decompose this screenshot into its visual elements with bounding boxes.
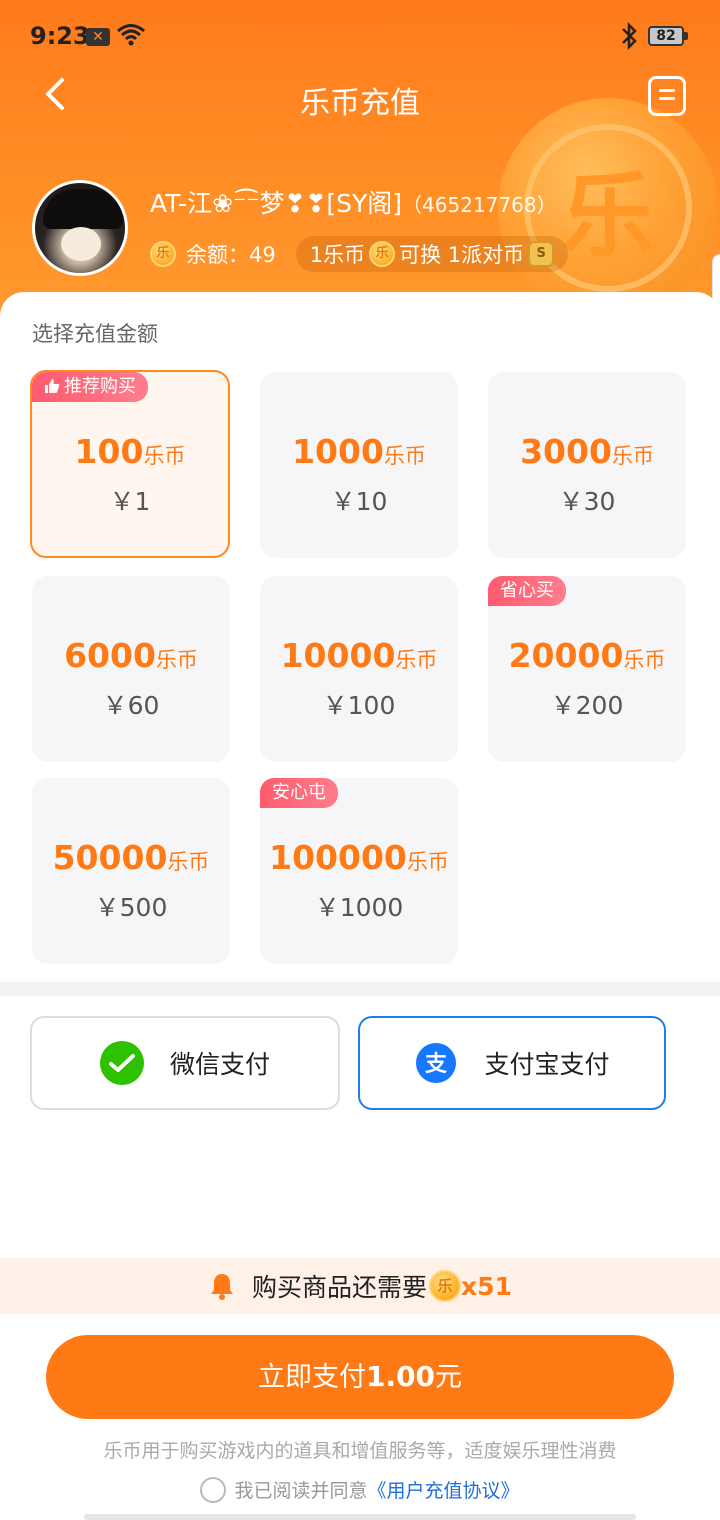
- package-amount-value: 1000: [292, 432, 384, 471]
- battery-tip: [684, 32, 688, 40]
- package-amount: 20000乐币: [488, 636, 686, 675]
- package-price: ￥100: [322, 691, 396, 720]
- alipay-icon: 支: [416, 1043, 457, 1083]
- thumbs-up-icon: [45, 379, 60, 393]
- agreement-row: 我已阅读并同意 《用户充值协议》: [0, 1476, 720, 1503]
- battery-icon: 82: [648, 26, 684, 46]
- status-time: 9:23: [30, 22, 90, 50]
- package-tag: 推荐购买: [32, 372, 148, 402]
- package-tag-text: 推荐购买: [64, 376, 136, 397]
- pay-prefix: 立即支付: [257, 1362, 366, 1393]
- wechat-icon: [99, 1041, 144, 1085]
- package-tag-text: 安心屯: [272, 782, 326, 803]
- package-amount: 100乐币: [32, 432, 228, 471]
- package-card[interactable]: 1000乐币 ￥10: [260, 372, 458, 558]
- home-indicator[interactable]: [84, 1514, 636, 1520]
- status-bar: 9:23 ✕ 82: [0, 0, 720, 72]
- package-amount: 100000乐币: [260, 838, 458, 877]
- package-card[interactable]: 推荐购买 100乐币 ￥1: [30, 370, 230, 558]
- package-amount-value: 10000: [280, 636, 396, 675]
- package-unit: 乐币: [167, 850, 210, 874]
- svg-text:支: 支: [425, 1052, 448, 1077]
- wechat-pay-label: 微信支付: [169, 1050, 270, 1079]
- package-price: ￥500: [94, 893, 168, 922]
- page-title: 乐币充值: [300, 86, 420, 121]
- package-card[interactable]: 6000乐币 ￥60: [32, 576, 230, 762]
- package-tag: 安心屯: [260, 778, 338, 808]
- package-tag: 省心买: [488, 576, 566, 606]
- pay-suffix: 元: [435, 1362, 463, 1393]
- package-price: ￥200: [550, 691, 624, 720]
- package-unit: 乐币: [143, 444, 186, 468]
- package-amount: 6000乐币: [32, 636, 230, 675]
- package-amount: 1000乐币: [260, 432, 458, 471]
- pay-amount: 1.00: [365, 1360, 436, 1393]
- package-unit: 乐币: [395, 648, 438, 672]
- balance-row: 乐 余额：49 1乐币 乐 可换 1派对币 S: [150, 236, 569, 272]
- package-amount: 10000乐币: [260, 636, 458, 675]
- bluetooth-icon: [622, 22, 637, 50]
- package-card[interactable]: 10000乐币 ￥100: [260, 576, 458, 762]
- notice-text: 购买商品还需要: [252, 1273, 428, 1302]
- agree-text: 我已阅读并同意: [234, 1480, 368, 1502]
- le-coin-icon: 乐: [429, 1270, 462, 1302]
- user-name-text: AT-江❀⁻͡͡⁻梦❣❣[SY阁]: [150, 189, 403, 218]
- usage-note: 乐币用于购买游戏内的道具和增值服务等，适度娱乐理性消费: [103, 1440, 617, 1462]
- balance-label: 余额：49: [186, 243, 276, 267]
- package-unit: 乐币: [406, 850, 449, 874]
- package-price: ￥1: [109, 487, 151, 516]
- package-tag-text: 省心买: [500, 580, 554, 601]
- record-list-icon[interactable]: [648, 76, 686, 116]
- agree-radio[interactable]: [200, 1476, 227, 1503]
- le-coin-icon: 乐: [150, 241, 176, 267]
- avatar[interactable]: [32, 180, 128, 276]
- wifi-icon: [117, 24, 145, 46]
- package-price: ￥10: [330, 487, 388, 516]
- alipay-label: 支付宝支付: [484, 1050, 610, 1079]
- bell-icon: [211, 1274, 234, 1300]
- package-card[interactable]: 50000乐币 ￥500: [32, 778, 230, 964]
- agreement-link[interactable]: 《用户充值协议》: [368, 1476, 520, 1503]
- package-amount-value: 100000: [269, 838, 407, 877]
- wechat-pay-option[interactable]: 微信支付: [30, 1016, 340, 1110]
- package-amount: 3000乐币: [488, 432, 686, 471]
- package-amount-value: 6000: [64, 636, 156, 675]
- user-name: AT-江❀⁻͡͡⁻梦❣❣[SY阁]（465217768）: [150, 184, 557, 220]
- package-card[interactable]: 3000乐币 ￥30: [488, 372, 686, 558]
- alipay-option[interactable]: 支 支付宝支付: [358, 1016, 666, 1110]
- coins-needed-notice: 购买商品还需要 乐 x51: [0, 1258, 720, 1314]
- package-card[interactable]: 省心买 20000乐币 ￥200: [488, 576, 686, 762]
- package-price: ￥30: [558, 487, 616, 516]
- package-unit: 乐币: [155, 648, 198, 672]
- x-notification-icon: ✕: [86, 28, 110, 46]
- package-amount-value: 20000: [508, 636, 624, 675]
- package-unit: 乐币: [623, 648, 666, 672]
- package-amount-value: 3000: [520, 432, 612, 471]
- package-price: ￥60: [102, 691, 160, 720]
- rate-suffix: 可换 1派对币: [399, 243, 525, 267]
- exchange-rate-pill: 1乐币 乐 可换 1派对币 S: [295, 236, 569, 272]
- package-amount: 50000乐币: [32, 838, 230, 877]
- rate-prefix: 1乐币: [309, 243, 366, 267]
- package-amount-value: 50000: [52, 838, 168, 877]
- header-banner: 乐 9:23 ✕ 82 乐币充值 AT-江❀⁻͡͡⁻梦❣❣[SY阁]（46521…: [0, 0, 720, 320]
- user-id: （465217768）: [402, 193, 557, 217]
- package-card[interactable]: 安心屯 100000乐币 ￥1000: [260, 778, 458, 964]
- section-label: 选择充值金额: [32, 322, 158, 346]
- section-divider: [0, 982, 720, 996]
- needed-amount: x51: [461, 1271, 512, 1301]
- package-unit: 乐币: [611, 444, 654, 468]
- package-amount-value: 100: [74, 432, 144, 471]
- pay-now-button[interactable]: 立即支付1.00元: [46, 1335, 674, 1419]
- package-price: ￥1000: [314, 893, 404, 922]
- le-coin-icon: 乐: [369, 241, 396, 267]
- package-unit: 乐币: [383, 444, 426, 468]
- party-coin-icon: S: [528, 241, 555, 267]
